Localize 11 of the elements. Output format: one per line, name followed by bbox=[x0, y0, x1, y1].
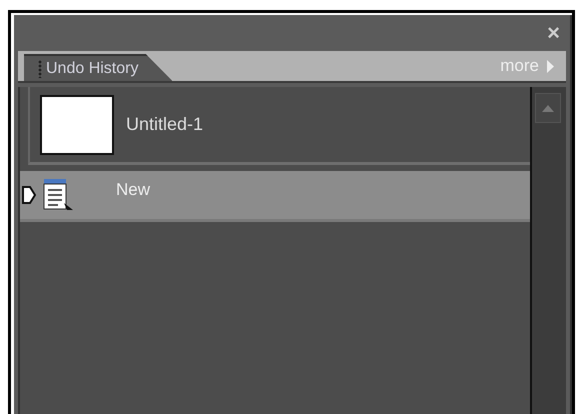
up-arrow-icon bbox=[542, 104, 554, 112]
scrollbar[interactable] bbox=[530, 87, 566, 414]
history-label: New bbox=[116, 180, 150, 200]
history-slider-icon[interactable] bbox=[22, 186, 36, 204]
scroll-up-button[interactable] bbox=[535, 93, 561, 123]
snapshot-label: Untitled-1 bbox=[126, 114, 204, 135]
grip-icon bbox=[38, 60, 42, 78]
close-button[interactable]: × bbox=[547, 22, 560, 44]
panel-tab[interactable]: Undo History bbox=[24, 54, 172, 81]
triangle-icon bbox=[547, 60, 554, 72]
history-item[interactable]: New bbox=[20, 171, 530, 222]
